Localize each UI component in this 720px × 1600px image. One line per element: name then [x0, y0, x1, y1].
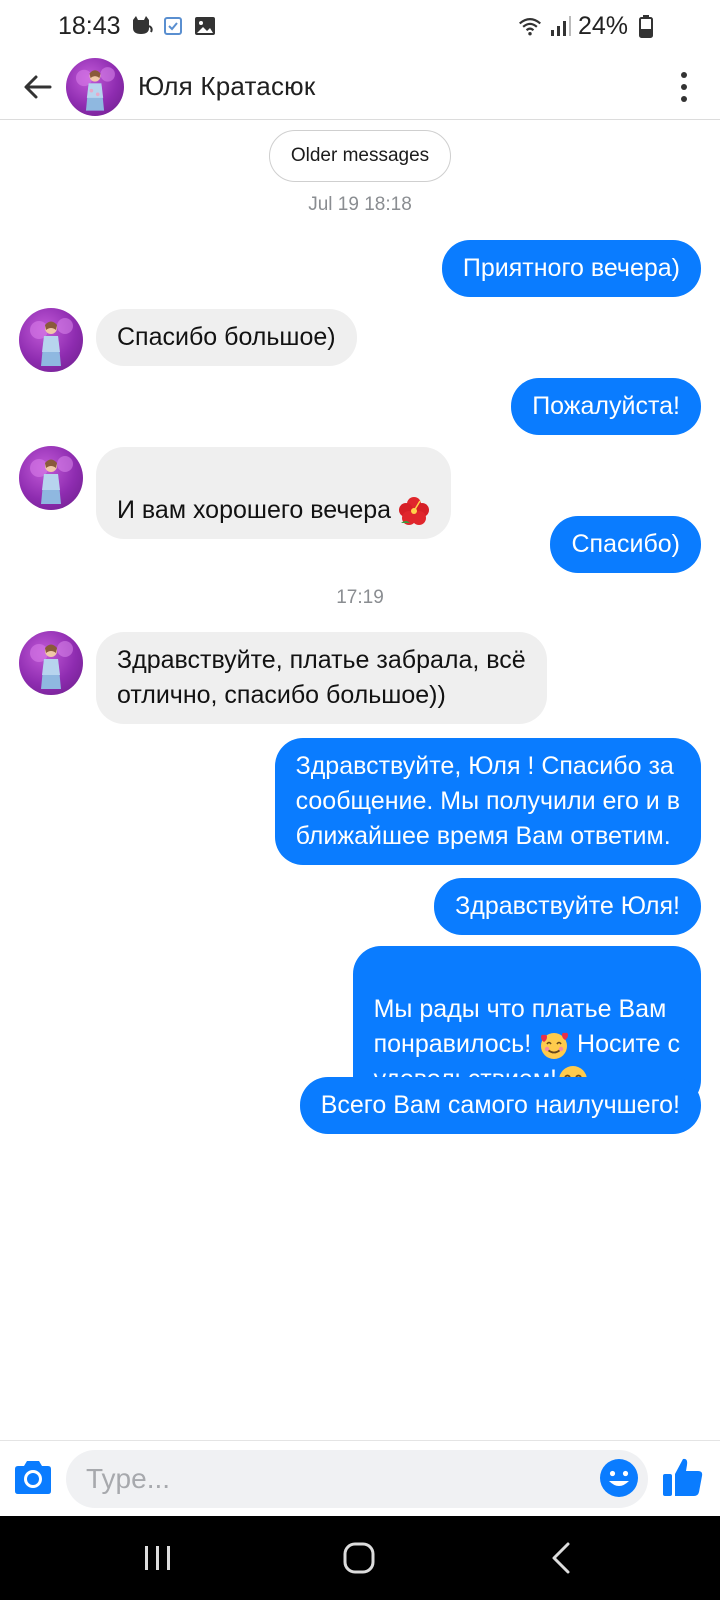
contact-avatar[interactable]	[66, 57, 124, 116]
home-icon	[343, 1542, 375, 1574]
status-bar: 18:43 24%	[0, 0, 720, 52]
contact-name[interactable]: Юля Кратасюк	[138, 71, 315, 102]
camera-button[interactable]	[11, 1455, 55, 1499]
sender-avatar[interactable]	[19, 446, 83, 510]
message-input[interactable]	[66, 1450, 648, 1508]
outgoing-message[interactable]: Здравствуйте, Юля ! Спасибо за сообщение…	[274, 738, 701, 865]
composer-bar	[0, 1440, 720, 1516]
signal-icon	[548, 14, 572, 38]
chat-header: Юля Кратасюк	[0, 54, 720, 120]
home-button[interactable]	[340, 1538, 380, 1578]
emoji-icon	[600, 1459, 638, 1497]
like-button[interactable]	[660, 1454, 706, 1500]
status-right: 24%	[518, 12, 658, 41]
recent-apps-icon	[145, 1546, 170, 1570]
battery-icon	[634, 14, 658, 38]
outgoing-message[interactable]: Приятного вечера)	[441, 240, 701, 297]
status-left: 18:43	[58, 12, 217, 41]
timestamp-separator: Jul 19 18:18	[308, 194, 412, 215]
checkbox-notification-icon	[161, 14, 185, 38]
recent-apps-button[interactable]	[138, 1538, 178, 1578]
more-vert-icon	[681, 71, 687, 78]
hibiscus-emoji-icon	[399, 497, 430, 526]
incoming-message[interactable]: И вам хорошего вечера	[96, 447, 452, 539]
more-vert-dot	[681, 83, 687, 90]
system-nav-bar	[0, 1516, 720, 1600]
image-notification-icon	[193, 14, 217, 38]
incoming-message[interactable]: Здравствуйте, платье забрала, всё отличн…	[96, 632, 547, 724]
thumbs-up-icon	[663, 1458, 703, 1496]
sender-avatar[interactable]	[19, 308, 83, 372]
battery-percent: 24%	[577, 11, 628, 40]
outgoing-message[interactable]: Пожалуйста!	[511, 378, 701, 435]
camera-icon	[15, 1461, 51, 1494]
timestamp-separator: 17:19	[336, 587, 384, 608]
back-button[interactable]	[20, 69, 56, 105]
smiling-face-with-hearts-emoji-icon	[541, 1033, 569, 1060]
outgoing-message[interactable]: Всего Вам самого наилучшего!	[299, 1077, 701, 1134]
older-messages-button[interactable]: Older messages	[269, 130, 451, 182]
more-vert-dot	[681, 95, 687, 102]
sender-avatar[interactable]	[19, 631, 83, 695]
back-nav-icon	[552, 1542, 570, 1574]
emoji-button[interactable]	[598, 1457, 640, 1499]
message-text: И вам хорошего вечера	[117, 496, 399, 524]
incoming-message[interactable]: Спасибо большое)	[96, 309, 357, 366]
clock: 18:43	[58, 11, 121, 40]
outgoing-message[interactable]: Спасибо)	[550, 516, 701, 573]
outgoing-message[interactable]: Здравствуйте Юля!	[434, 878, 701, 935]
more-options-button[interactable]	[672, 67, 696, 107]
back-nav-button[interactable]	[542, 1538, 582, 1578]
cat-notification-icon	[129, 14, 153, 38]
wifi-icon	[518, 14, 542, 38]
back-arrow-icon	[24, 75, 52, 98]
